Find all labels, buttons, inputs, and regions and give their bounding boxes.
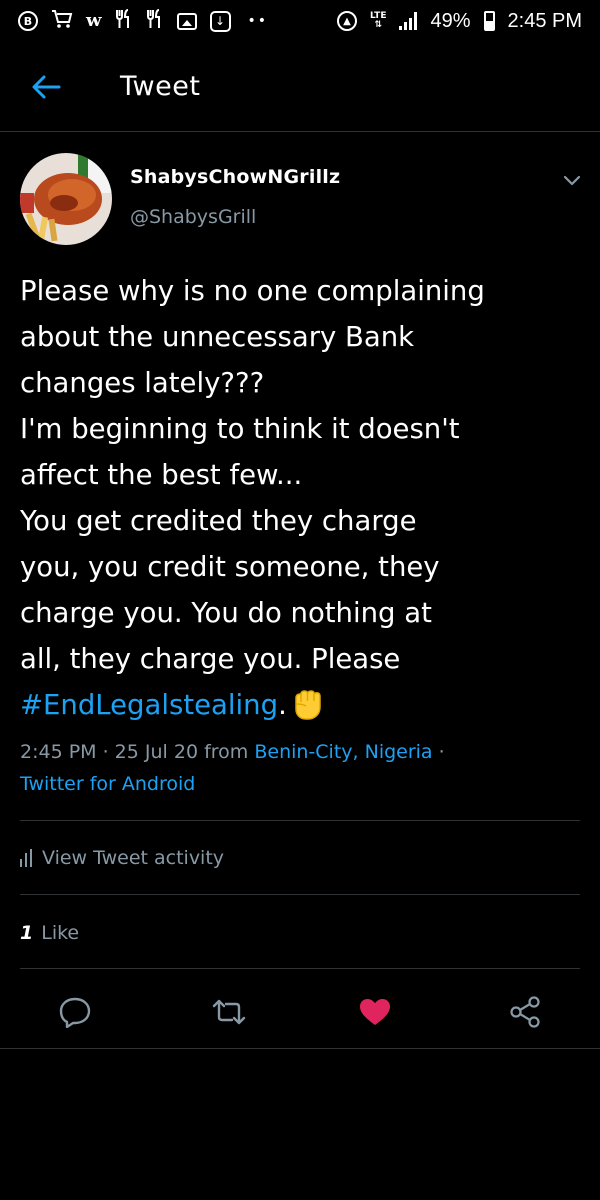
tweet-line: I'm beginning to think it doesn't <box>20 413 460 445</box>
app-header: Tweet <box>0 42 600 132</box>
shopping-cart-icon <box>51 9 73 33</box>
b-circle-icon: B <box>18 11 38 31</box>
lte-icon: LTE ⇅ <box>369 11 387 30</box>
divider <box>20 968 580 969</box>
activity-bars-icon <box>20 849 32 867</box>
download-icon: ↓ <box>209 10 231 32</box>
like-label: Like <box>41 922 80 944</box>
status-bar: B w ↓ •• ▲ LTE ⇅ 49% 2:45 PM <box>0 0 600 42</box>
share-button[interactable] <box>503 990 547 1034</box>
tweet-line: charge you. You do nothing at <box>20 597 432 629</box>
tweet-line: affect the best few... <box>20 459 303 491</box>
fork-knife-icon <box>146 9 164 33</box>
w-icon: w <box>86 10 102 31</box>
activity-label: View Tweet activity <box>42 847 225 869</box>
chevron-down-icon[interactable] <box>560 168 584 192</box>
clock: 2:45 PM <box>507 9 582 32</box>
like-icon <box>360 999 390 1025</box>
divider <box>20 894 580 895</box>
author-display-name[interactable]: ShabysChowNGrillz <box>130 166 340 188</box>
reply-button[interactable] <box>53 990 97 1034</box>
page-title: Tweet <box>120 71 201 102</box>
tweet-line: all, they charge you. Please <box>20 643 401 675</box>
likes-count-button[interactable]: 1 Like <box>20 913 79 953</box>
tweet-author: ShabysChowNGrillz @ShabysGrill <box>20 150 590 245</box>
status-bar-notifications: B w ↓ •• <box>18 9 268 33</box>
like-button[interactable] <box>353 990 397 1034</box>
divider <box>20 820 580 821</box>
tweet-timestamp: 2:45 PM · 25 Jul 20 from <box>20 741 249 763</box>
retweet-button[interactable] <box>207 990 251 1034</box>
like-count: 1 <box>20 922 34 944</box>
tweet-actions <box>0 982 600 1042</box>
avatar-image <box>20 153 112 245</box>
network-label: LTE <box>369 11 387 21</box>
back-button[interactable] <box>16 57 76 117</box>
back-arrow-icon <box>32 75 61 98</box>
battery-percent: 49% <box>430 9 471 32</box>
tweet-location[interactable]: Benin-City, Nigeria <box>254 741 432 763</box>
tweet-line: Please why is no one complaining <box>20 275 485 307</box>
signal-icon <box>399 12 418 30</box>
tweet-line: You get credited they charge <box>20 505 417 537</box>
tweet-meta: 2:45 PM · 25 Jul 20 from Benin-City, Nig… <box>20 736 580 800</box>
view-tweet-activity-button[interactable]: View Tweet activity <box>20 838 224 878</box>
tweet-hashtag-line: #EndLegalstealing. <box>20 682 580 728</box>
hashtag-link[interactable]: #EndLegalstealing <box>20 689 278 721</box>
reply-icon <box>59 997 91 1028</box>
divider <box>0 1048 600 1049</box>
fork-knife-icon <box>115 9 133 33</box>
battery-icon <box>483 11 495 31</box>
tweet-body: Please why is no one complaining about t… <box>20 268 580 728</box>
more-dots-icon: •• <box>247 13 269 29</box>
raised-fist-icon <box>287 682 327 722</box>
tweet-source[interactable]: Twitter for Android <box>20 773 195 795</box>
author-handle[interactable]: @ShabysGrill <box>130 206 256 228</box>
alarm-icon: ▲ <box>336 11 357 31</box>
tweet-line: changes lately??? <box>20 367 265 399</box>
avatar[interactable] <box>20 153 112 245</box>
gallery-icon <box>176 12 197 30</box>
retweet-icon <box>212 999 246 1025</box>
meta-separator: · <box>438 741 445 763</box>
tweet-line: about the unnecessary Bank <box>20 321 415 353</box>
tweet-line: you, you credit someone, they <box>20 551 440 583</box>
status-bar-system: ▲ LTE ⇅ 49% 2:45 PM <box>336 9 582 33</box>
hashtag-suffix: . <box>278 689 287 721</box>
share-icon <box>510 996 540 1028</box>
